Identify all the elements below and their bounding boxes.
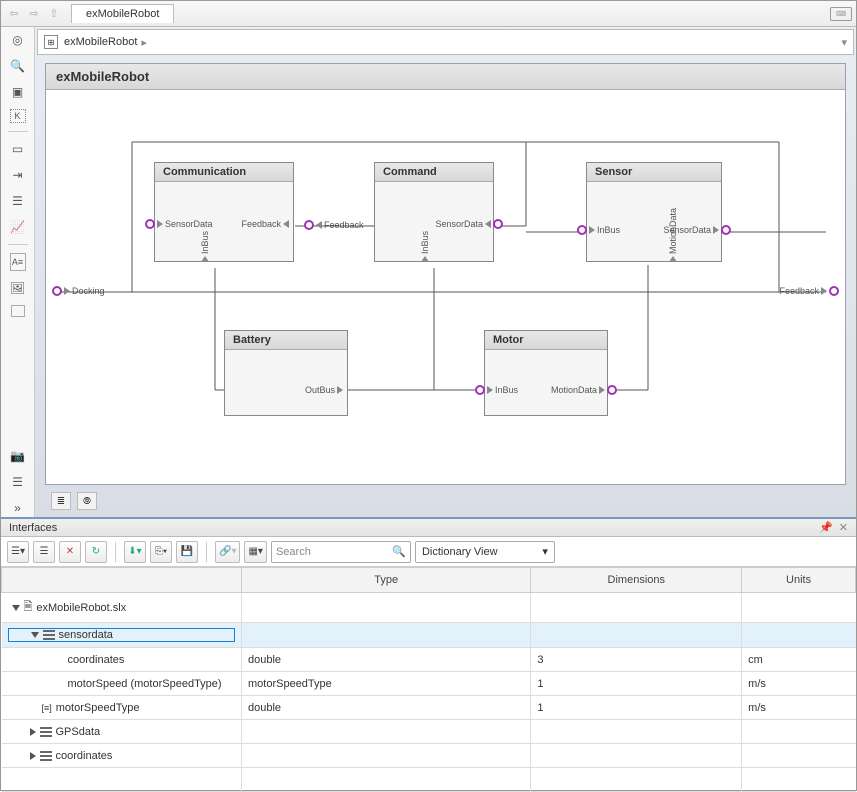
table-row[interactable]: sensordata [2, 623, 856, 648]
elem-icon: [≡] [42, 703, 52, 713]
layout1-icon[interactable]: ▭ [9, 140, 27, 158]
pin-icon[interactable]: 📌 [819, 521, 833, 534]
table-row[interactable]: GPSdata [2, 720, 856, 744]
db-icon[interactable]: ≣ [51, 492, 71, 510]
interfaces-table: Type Dimensions Units 🗎exMobileRobot.slx… [1, 567, 856, 792]
export-button[interactable]: ⎘▾ [150, 541, 172, 563]
hierarchy-icon[interactable]: ⦾ [77, 492, 97, 510]
chevron-right-icon: ▸ [141, 36, 147, 49]
table-row[interactable]: motorSpeed (motorSpeedType)motorSpeedTyp… [2, 672, 856, 696]
list-icon[interactable]: ☰ [9, 473, 27, 491]
nav-fwd-icon[interactable]: ⇨ [25, 5, 43, 23]
canvas[interactable]: exMobileRobot Docking Feedback [45, 63, 846, 485]
file-icon: 🗎 [24, 598, 33, 617]
table-row[interactable]: coordinates [2, 744, 856, 768]
refresh-button[interactable]: ↻ [85, 541, 107, 563]
keyboard-icon[interactable]: ⌨ [830, 7, 852, 21]
col-dims[interactable]: Dimensions [531, 568, 742, 593]
disclosure-icon[interactable] [30, 728, 36, 736]
import-button[interactable]: ⬇▾ [124, 541, 146, 563]
docking-port[interactable]: Docking [52, 286, 105, 296]
add-elem-button[interactable]: ☰ [33, 541, 55, 563]
camera-icon[interactable]: 📷 [9, 447, 27, 465]
layout2-icon[interactable]: ⇥ [9, 166, 27, 184]
chart-icon[interactable]: 📈 [9, 218, 27, 236]
feedback-port[interactable]: Feedback [779, 286, 839, 296]
fit-icon[interactable]: ▣ [9, 83, 27, 101]
interfaces-header: Interfaces 📌✕ [1, 517, 856, 537]
layout3-icon[interactable]: ☰ [9, 192, 27, 210]
bus-icon [40, 751, 52, 761]
save-button[interactable]: 💾 [176, 541, 198, 563]
box-icon[interactable] [11, 305, 25, 317]
nav-back-icon[interactable]: ⇦ [5, 5, 23, 23]
image-icon[interactable]: 🖼 [9, 279, 27, 297]
interfaces-toolbar: ☰▾ ☰ ✕ ↻ ⬇▾ ⎘▾ 💾 🔗▾ ▦▾ Search🔍 Dictionar… [1, 537, 856, 567]
command-block[interactable]: Command SensorData InBus [374, 162, 494, 262]
col-type[interactable]: Type [242, 568, 531, 593]
model-icon: ⊞ [44, 35, 58, 49]
communication-block[interactable]: Communication SensorData Feedback InBus [154, 162, 294, 262]
model-tab[interactable]: exMobileRobot [71, 4, 174, 23]
feedback-label: Feedback [304, 220, 364, 230]
dropdown-icon[interactable]: ▾ [841, 36, 847, 49]
add-bus-button[interactable]: ☰▾ [7, 541, 29, 563]
table-row[interactable]: 🗎exMobileRobot.slx [2, 593, 856, 623]
k-icon[interactable]: K [10, 109, 26, 123]
view-button[interactable]: ▦▾ [244, 541, 266, 563]
col-units[interactable]: Units [742, 568, 856, 593]
table-row[interactable]: coordinatesdouble3cm [2, 648, 856, 672]
target-icon[interactable]: ◎ [9, 31, 27, 49]
battery-block[interactable]: Battery OutBus [224, 330, 348, 416]
sensor-block[interactable]: Sensor InBus SensorData MotionData [586, 162, 722, 262]
bus-icon [43, 630, 55, 640]
link-button[interactable]: 🔗▾ [215, 541, 240, 563]
disclosure-icon[interactable] [31, 632, 39, 638]
nav-up-icon[interactable]: ⇧ [45, 5, 63, 23]
delete-button[interactable]: ✕ [59, 541, 81, 563]
diagram-title: exMobileRobot [46, 64, 845, 90]
disclosure-icon[interactable] [30, 752, 36, 760]
motor-block[interactable]: Motor InBus MotionData [484, 330, 608, 416]
bus-icon [40, 727, 52, 737]
search-icon: 🔍 [392, 545, 406, 558]
title-bar: ⇦ ⇨ ⇧ exMobileRobot ⌨ [1, 1, 856, 27]
chevron-down-icon: ▾ [542, 545, 548, 558]
breadcrumb-text: exMobileRobot [64, 36, 137, 48]
disclosure-icon[interactable] [12, 605, 20, 611]
close-icon[interactable]: ✕ [839, 521, 848, 534]
view-select[interactable]: Dictionary View▾ [415, 541, 555, 563]
table-row[interactable]: [≡]motorSpeedTypedouble1m/s [2, 696, 856, 720]
text-icon[interactable]: A≡ [10, 253, 26, 271]
zoom-icon[interactable]: 🔍 [9, 57, 27, 75]
expand-icon[interactable]: » [9, 499, 27, 517]
search-input[interactable]: Search🔍 [271, 541, 411, 563]
left-toolbar: ◎ 🔍 ▣ K ▭ ⇥ ☰ 📈 A≡ 🖼 📷 ☰ » [1, 27, 35, 517]
breadcrumb[interactable]: ⊞ exMobileRobot ▸ ▾ [37, 29, 854, 55]
